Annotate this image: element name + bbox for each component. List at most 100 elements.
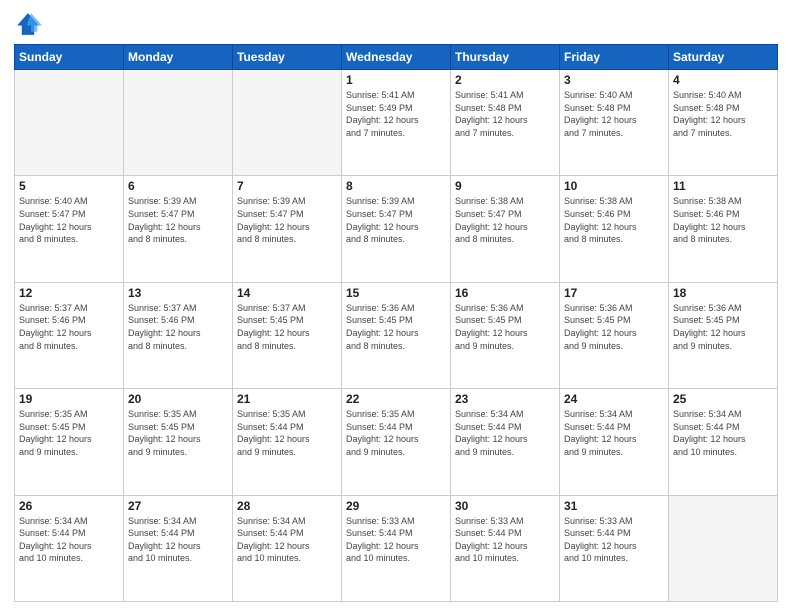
day-info: Sunrise: 5:40 AM Sunset: 5:48 PM Dayligh… xyxy=(564,89,664,139)
day-info: Sunrise: 5:41 AM Sunset: 5:49 PM Dayligh… xyxy=(346,89,446,139)
day-info: Sunrise: 5:38 AM Sunset: 5:46 PM Dayligh… xyxy=(673,195,773,245)
page: SundayMondayTuesdayWednesdayThursdayFrid… xyxy=(0,0,792,612)
day-number: 12 xyxy=(19,286,119,300)
day-cell: 15Sunrise: 5:36 AM Sunset: 5:45 PM Dayli… xyxy=(342,282,451,388)
day-number: 21 xyxy=(237,392,337,406)
week-row-4: 19 Sunrise: 5:35 AM Sunset: 5:45 PM Dayli… xyxy=(15,389,778,495)
day-cell: 29 Sunrise: 5:33 AM Sunset: 5:44 PM Dayli… xyxy=(342,495,451,601)
day-info: Sunrise: 5:33 AM Sunset: 5:44 PM Dayligh… xyxy=(455,515,555,565)
day-number: 24 xyxy=(564,392,664,406)
day-number: 30 xyxy=(455,499,555,513)
day-info: Sunrise: 5:34 AM Sunset: 5:44 PM Dayligh… xyxy=(673,408,773,458)
day-cell xyxy=(15,70,124,176)
day-number: 6 xyxy=(128,179,228,193)
day-cell: 1Sunrise: 5:41 AM Sunset: 5:49 PM Daylig… xyxy=(342,70,451,176)
day-cell: 11 Sunrise: 5:38 AM Sunset: 5:46 PM Dayli… xyxy=(669,176,778,282)
day-cell xyxy=(233,70,342,176)
day-number: 13 xyxy=(128,286,228,300)
day-info: Sunrise: 5:38 AM Sunset: 5:46 PM Dayligh… xyxy=(564,195,664,245)
day-info: Sunrise: 5:34 AM Sunset: 5:44 PM Dayligh… xyxy=(564,408,664,458)
weekday-wednesday: Wednesday xyxy=(342,45,451,70)
day-info: Sunrise: 5:34 AM Sunset: 5:44 PM Dayligh… xyxy=(19,515,119,565)
day-cell: 24 Sunrise: 5:34 AM Sunset: 5:44 PM Dayli… xyxy=(560,389,669,495)
day-number: 31 xyxy=(564,499,664,513)
day-info: Sunrise: 5:35 AM Sunset: 5:44 PM Dayligh… xyxy=(346,408,446,458)
day-cell: 30 Sunrise: 5:33 AM Sunset: 5:44 PM Dayli… xyxy=(451,495,560,601)
weekday-monday: Monday xyxy=(124,45,233,70)
day-cell: 19 Sunrise: 5:35 AM Sunset: 5:45 PM Dayli… xyxy=(15,389,124,495)
day-cell: 23Sunrise: 5:34 AM Sunset: 5:44 PM Dayli… xyxy=(451,389,560,495)
day-cell xyxy=(669,495,778,601)
weekday-tuesday: Tuesday xyxy=(233,45,342,70)
day-info: Sunrise: 5:34 AM Sunset: 5:44 PM Dayligh… xyxy=(237,515,337,565)
day-cell: 17Sunrise: 5:36 AM Sunset: 5:45 PM Dayli… xyxy=(560,282,669,388)
day-cell: 10 Sunrise: 5:38 AM Sunset: 5:46 PM Dayli… xyxy=(560,176,669,282)
day-cell: 7 Sunrise: 5:39 AM Sunset: 5:47 PM Daylig… xyxy=(233,176,342,282)
weekday-sunday: Sunday xyxy=(15,45,124,70)
day-info: Sunrise: 5:38 AM Sunset: 5:47 PM Dayligh… xyxy=(455,195,555,245)
week-row-1: 1Sunrise: 5:41 AM Sunset: 5:49 PM Daylig… xyxy=(15,70,778,176)
day-number: 29 xyxy=(346,499,446,513)
day-number: 11 xyxy=(673,179,773,193)
day-cell: 12 Sunrise: 5:37 AM Sunset: 5:46 PM Dayli… xyxy=(15,282,124,388)
day-cell: 14Sunrise: 5:37 AM Sunset: 5:45 PM Dayli… xyxy=(233,282,342,388)
day-cell: 26 Sunrise: 5:34 AM Sunset: 5:44 PM Dayli… xyxy=(15,495,124,601)
day-number: 26 xyxy=(19,499,119,513)
day-number: 25 xyxy=(673,392,773,406)
day-cell: 3 Sunrise: 5:40 AM Sunset: 5:48 PM Daylig… xyxy=(560,70,669,176)
day-number: 7 xyxy=(237,179,337,193)
day-info: Sunrise: 5:34 AM Sunset: 5:44 PM Dayligh… xyxy=(455,408,555,458)
day-info: Sunrise: 5:35 AM Sunset: 5:45 PM Dayligh… xyxy=(128,408,228,458)
week-row-2: 5 Sunrise: 5:40 AM Sunset: 5:47 PM Daylig… xyxy=(15,176,778,282)
day-cell: 4Sunrise: 5:40 AM Sunset: 5:48 PM Daylig… xyxy=(669,70,778,176)
day-info: Sunrise: 5:36 AM Sunset: 5:45 PM Dayligh… xyxy=(564,302,664,352)
day-cell: 18 Sunrise: 5:36 AM Sunset: 5:45 PM Dayli… xyxy=(669,282,778,388)
day-cell: 20 Sunrise: 5:35 AM Sunset: 5:45 PM Dayli… xyxy=(124,389,233,495)
day-cell: 6Sunrise: 5:39 AM Sunset: 5:47 PM Daylig… xyxy=(124,176,233,282)
day-cell: 27 Sunrise: 5:34 AM Sunset: 5:44 PM Dayli… xyxy=(124,495,233,601)
logo xyxy=(14,10,46,38)
day-info: Sunrise: 5:40 AM Sunset: 5:47 PM Dayligh… xyxy=(19,195,119,245)
day-number: 27 xyxy=(128,499,228,513)
day-info: Sunrise: 5:36 AM Sunset: 5:45 PM Dayligh… xyxy=(673,302,773,352)
week-row-5: 26 Sunrise: 5:34 AM Sunset: 5:44 PM Dayli… xyxy=(15,495,778,601)
day-info: Sunrise: 5:37 AM Sunset: 5:46 PM Dayligh… xyxy=(128,302,228,352)
day-cell: 8Sunrise: 5:39 AM Sunset: 5:47 PM Daylig… xyxy=(342,176,451,282)
day-number: 16 xyxy=(455,286,555,300)
day-info: Sunrise: 5:37 AM Sunset: 5:45 PM Dayligh… xyxy=(237,302,337,352)
day-number: 10 xyxy=(564,179,664,193)
day-info: Sunrise: 5:33 AM Sunset: 5:44 PM Dayligh… xyxy=(346,515,446,565)
day-cell: 28 Sunrise: 5:34 AM Sunset: 5:44 PM Dayli… xyxy=(233,495,342,601)
day-number: 19 xyxy=(19,392,119,406)
day-cell: 9Sunrise: 5:38 AM Sunset: 5:47 PM Daylig… xyxy=(451,176,560,282)
day-info: Sunrise: 5:35 AM Sunset: 5:44 PM Dayligh… xyxy=(237,408,337,458)
day-cell: 16Sunrise: 5:36 AM Sunset: 5:45 PM Dayli… xyxy=(451,282,560,388)
day-info: Sunrise: 5:39 AM Sunset: 5:47 PM Dayligh… xyxy=(346,195,446,245)
day-number: 2 xyxy=(455,73,555,87)
day-number: 3 xyxy=(564,73,664,87)
week-row-3: 12 Sunrise: 5:37 AM Sunset: 5:46 PM Dayli… xyxy=(15,282,778,388)
day-info: Sunrise: 5:35 AM Sunset: 5:45 PM Dayligh… xyxy=(19,408,119,458)
day-info: Sunrise: 5:34 AM Sunset: 5:44 PM Dayligh… xyxy=(128,515,228,565)
day-info: Sunrise: 5:33 AM Sunset: 5:44 PM Dayligh… xyxy=(564,515,664,565)
day-info: Sunrise: 5:37 AM Sunset: 5:46 PM Dayligh… xyxy=(19,302,119,352)
day-info: Sunrise: 5:41 AM Sunset: 5:48 PM Dayligh… xyxy=(455,89,555,139)
weekday-thursday: Thursday xyxy=(451,45,560,70)
day-info: Sunrise: 5:36 AM Sunset: 5:45 PM Dayligh… xyxy=(346,302,446,352)
day-cell xyxy=(124,70,233,176)
day-number: 5 xyxy=(19,179,119,193)
day-cell: 2 Sunrise: 5:41 AM Sunset: 5:48 PM Daylig… xyxy=(451,70,560,176)
day-cell: 5 Sunrise: 5:40 AM Sunset: 5:47 PM Daylig… xyxy=(15,176,124,282)
weekday-header-row: SundayMondayTuesdayWednesdayThursdayFrid… xyxy=(15,45,778,70)
day-number: 22 xyxy=(346,392,446,406)
day-number: 20 xyxy=(128,392,228,406)
header xyxy=(14,10,778,38)
day-info: Sunrise: 5:40 AM Sunset: 5:48 PM Dayligh… xyxy=(673,89,773,139)
calendar-table: SundayMondayTuesdayWednesdayThursdayFrid… xyxy=(14,44,778,602)
day-cell: 21 Sunrise: 5:35 AM Sunset: 5:44 PM Dayli… xyxy=(233,389,342,495)
logo-icon xyxy=(14,10,42,38)
day-cell: 22 Sunrise: 5:35 AM Sunset: 5:44 PM Dayli… xyxy=(342,389,451,495)
day-number: 18 xyxy=(673,286,773,300)
day-info: Sunrise: 5:39 AM Sunset: 5:47 PM Dayligh… xyxy=(237,195,337,245)
day-number: 28 xyxy=(237,499,337,513)
